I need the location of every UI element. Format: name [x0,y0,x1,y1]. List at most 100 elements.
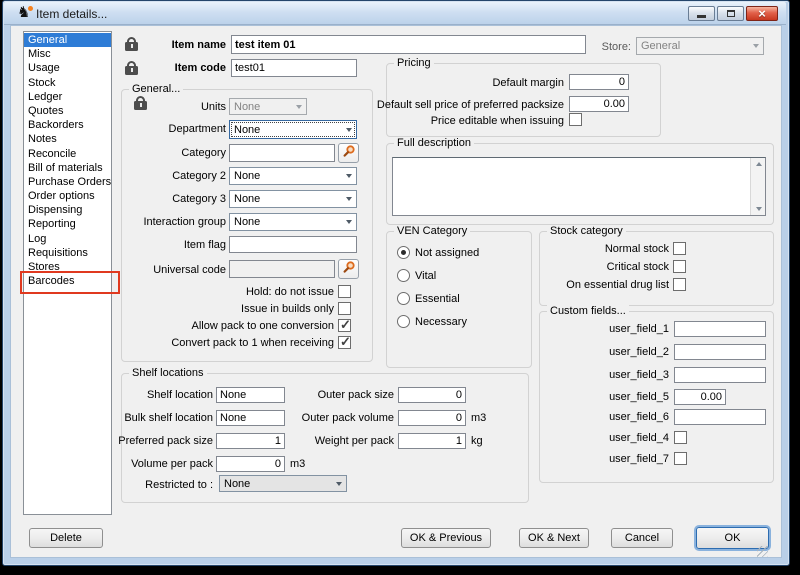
ven-necessary-radio[interactable] [397,315,410,328]
maximize-icon [727,10,735,17]
user-field-6-input[interactable] [674,409,766,425]
ok-next-button[interactable]: OK & Next [519,528,589,548]
department-value: None [234,124,260,136]
default-margin-input[interactable] [569,74,629,90]
cancel-button[interactable]: Cancel [611,528,673,548]
user-field-5-label: user_field_5 [559,391,669,404]
titlebar[interactable]: ♞ Item details... [4,2,786,25]
critical-stock-checkbox[interactable] [673,260,686,273]
ven-necessary-label: Necessary [415,316,525,329]
chevron-down-icon [346,174,352,178]
delete-button[interactable]: Delete [29,528,103,548]
category-input[interactable] [229,144,335,162]
chevron-down-icon [346,197,352,201]
units-select[interactable]: None [229,98,307,115]
allow-pack-checkbox[interactable] [338,319,351,332]
restricted-to-value: None [224,478,250,490]
item-name-input[interactable] [231,35,586,54]
category2-select[interactable]: None [229,167,357,185]
user-field-3-input[interactable] [674,367,766,383]
annotation-rectangle [20,271,120,294]
sidebar-item-dispensing[interactable]: Dispensing [24,203,111,217]
volume-unit-label: m3 [290,458,315,471]
bulk-shelf-location-input[interactable] [216,410,285,426]
close-button[interactable] [746,6,778,21]
volume-per-pack-input[interactable] [216,456,285,472]
price-editable-checkbox[interactable] [569,113,582,126]
ven-essential-radio[interactable] [397,292,410,305]
normal-stock-checkbox[interactable] [673,242,686,255]
store-value: General [641,40,680,52]
category3-label: Category 3 [121,193,226,206]
essential-drug-list-checkbox[interactable] [673,278,686,291]
sidebar-item-usage[interactable]: Usage [24,61,111,75]
ven-vital-radio[interactable] [397,269,410,282]
maximize-button[interactable] [717,6,744,21]
user-field-7-checkbox[interactable] [674,452,687,465]
outer-pack-volume-unit-label: m3 [471,412,496,425]
category-search-button[interactable] [338,143,359,163]
user-field-4-checkbox[interactable] [674,431,687,444]
user-field-5-input[interactable] [674,389,726,405]
universal-code-search-button[interactable] [338,259,359,279]
convert-pack-checkbox[interactable] [338,336,351,349]
issue-builds-checkbox[interactable] [338,302,351,315]
default-margin-label: Default margin [326,77,564,90]
description-scrollbar[interactable] [750,158,765,215]
minimize-button[interactable] [688,6,715,21]
sidebar-item-ledger[interactable]: Ledger [24,90,111,104]
category3-value: None [234,193,260,205]
restricted-to-select[interactable]: None [219,475,347,492]
restricted-to-label: Restricted to : [101,479,213,492]
resize-grip[interactable] [757,546,768,557]
ven-not-assigned-label: Not assigned [415,247,525,260]
interaction-group-select[interactable]: None [229,213,357,231]
shelf-locations-title: Shelf locations [129,367,207,380]
preferred-pack-size-input[interactable] [216,433,285,449]
hold-label: Hold: do not issue [171,286,334,299]
user-field-1-input[interactable] [674,321,766,337]
ok-previous-button[interactable]: OK & Previous [401,528,491,548]
units-value: None [234,101,260,113]
close-icon [758,5,766,23]
convert-pack-label: Convert pack to 1 when receiving [171,337,334,350]
outer-pack-volume-input[interactable] [398,410,466,426]
sidebar-item-purchase-orders[interactable]: Purchase Orders [24,175,111,189]
sidebar-item-log[interactable]: Log [24,232,111,246]
sidebar-item-reconcile[interactable]: Reconcile [24,147,111,161]
department-label: Department [121,123,226,136]
units-label: Units [121,101,226,114]
user-field-7-label: user_field_7 [559,453,669,466]
sell-price-input[interactable] [569,96,629,112]
item-flag-input[interactable] [229,236,357,253]
sidebar-item-bill-of-materials[interactable]: Bill of materials [24,161,111,175]
outer-pack-size-label: Outer pack size [281,389,394,402]
category3-select[interactable]: None [229,190,357,208]
ven-not-assigned-radio[interactable] [397,246,410,259]
user-field-2-label: user_field_2 [559,346,669,359]
hold-checkbox[interactable] [338,285,351,298]
sidebar-item-notes[interactable]: Notes [24,132,111,146]
full-description-textarea[interactable] [392,157,766,216]
sell-price-label: Default sell price of preferred packsize [326,99,564,112]
sidebar-item-order-options[interactable]: Order options [24,189,111,203]
user-field-2-input[interactable] [674,344,766,360]
sidebar-item-stock[interactable]: Stock [24,76,111,90]
store-select[interactable]: General [636,37,764,55]
sidebar-item-backorders[interactable]: Backorders [24,118,111,132]
sidebar-item-misc[interactable]: Misc [24,47,111,61]
weight-per-pack-input[interactable] [398,433,466,449]
sidebar-item-general[interactable]: General [24,33,111,47]
shelf-location-input[interactable] [216,387,285,403]
sidebar-item-reporting[interactable]: Reporting [24,217,111,231]
item-code-input[interactable] [231,59,357,77]
store-label: Store: [563,41,631,54]
scroll-down-button[interactable] [752,203,765,215]
sidebar-item-quotes[interactable]: Quotes [24,104,111,118]
universal-code-input[interactable] [229,260,335,278]
chevron-down-icon [346,128,352,132]
sidebar-item-requisitions[interactable]: Requisitions [24,246,111,260]
scroll-up-button[interactable] [752,158,765,170]
item-flag-label: Item flag [121,239,226,252]
outer-pack-size-input[interactable] [398,387,466,403]
